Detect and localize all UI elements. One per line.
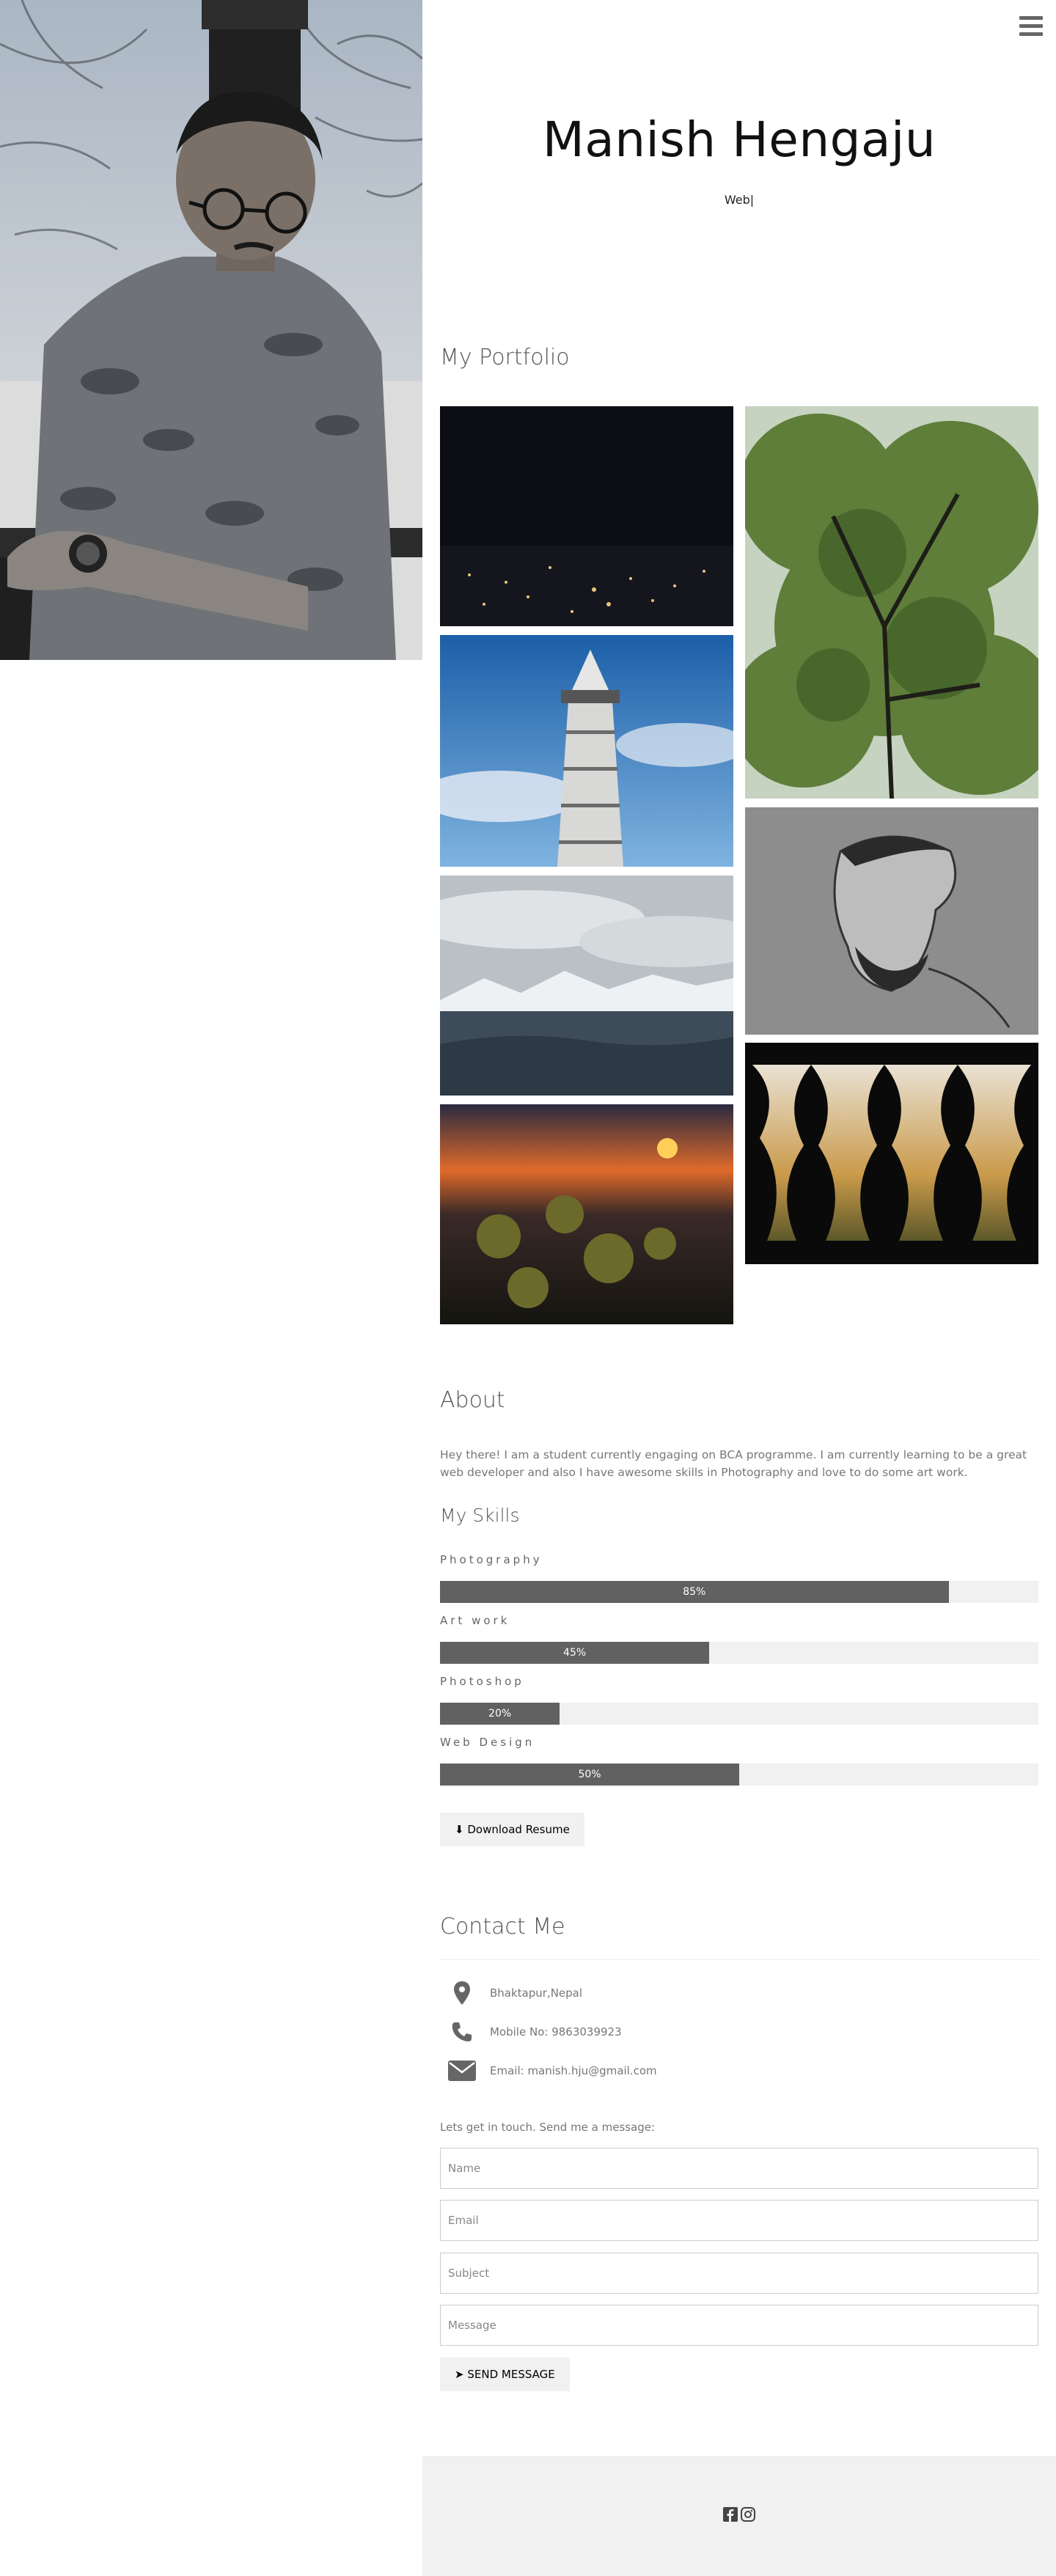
skill-label: Art work (440, 1614, 510, 1627)
main-content: Manish Hengaju Web| My Portfolio About H… (422, 0, 1056, 2391)
phone-icon (440, 2021, 484, 2043)
skill-label: Web Design (440, 1736, 535, 1749)
skill-bar: 45% (440, 1642, 1038, 1664)
send-message-button[interactable]: ➤ SEND MESSAGE (440, 2357, 570, 2391)
divider (440, 1959, 1038, 1960)
tagline: Web| (724, 193, 755, 207)
page-title: Manish Hengaju (542, 111, 936, 168)
photo-mountains[interactable] (440, 876, 733, 1096)
download-icon: ⬇ (455, 1823, 464, 1836)
skill-bar-fill: 20% (440, 1703, 560, 1725)
about-title: About (440, 1387, 505, 1413)
email-text: Email: manish.hju@gmail.com (490, 2064, 657, 2077)
profile-photo (0, 0, 422, 660)
skill-bar: 20% (440, 1703, 1038, 1725)
facebook-icon[interactable] (723, 2507, 738, 2525)
contact-address: Bhaktapur,Nepal (440, 1978, 582, 2008)
download-resume-button[interactable]: ⬇ Download Resume (440, 1813, 584, 1846)
photo-tower[interactable] (440, 635, 733, 867)
portfolio-title: My Portfolio (440, 345, 570, 370)
skill-label: Photography (440, 1553, 543, 1566)
subject-field[interactable] (440, 2253, 1038, 2294)
send-message-label: SEND MESSAGE (467, 2368, 555, 2381)
skill-bar-fill: 45% (440, 1642, 710, 1664)
skill-label: Photoshop (440, 1675, 524, 1688)
email-field[interactable] (440, 2200, 1038, 2241)
phone-text: Mobile No: 9863039923 (490, 2025, 622, 2039)
message-field[interactable] (440, 2305, 1038, 2346)
portfolio-gallery (440, 406, 1038, 1324)
contact-phone: Mobile No: 9863039923 (440, 2017, 622, 2047)
contact-email: Email: manish.hju@gmail.com (440, 2056, 657, 2085)
name-field[interactable] (440, 2148, 1038, 2189)
skill-photography: Photography 85% (440, 1553, 1038, 1603)
footer (422, 2456, 1056, 2576)
skill-bar: 85% (440, 1581, 1038, 1603)
skill-bar: 50% (440, 1764, 1038, 1786)
about-text: Hey there! I am a student currently enga… (440, 1448, 1027, 1479)
photo-balusters[interactable] (745, 1043, 1038, 1264)
envelope-icon (440, 2061, 484, 2081)
page-header: Manish Hengaju Web| (422, 0, 1056, 315)
photo-city-lights[interactable] (440, 406, 733, 626)
photo-tree[interactable] (745, 406, 1038, 799)
skill-photoshop: Photoshop 20% (440, 1675, 1038, 1725)
contact-title: Contact Me (440, 1914, 565, 1940)
skills-title: My Skills (440, 1505, 520, 1526)
map-marker-icon (440, 1981, 484, 2005)
photo-sunset-flowers[interactable] (440, 1104, 733, 1324)
skill-web-design: Web Design 50% (440, 1736, 1038, 1786)
address-text: Bhaktapur,Nepal (490, 1986, 583, 2000)
skill-bar-fill: 50% (440, 1764, 739, 1786)
instagram-icon[interactable] (741, 2507, 755, 2525)
skill-art-work: Art work 45% (440, 1614, 1038, 1664)
photo-sketch[interactable] (745, 807, 1038, 1035)
skill-bar-fill: 85% (440, 1581, 949, 1603)
contact-intro-text: Lets get in touch. Send me a message: (440, 2121, 656, 2134)
paper-plane-icon: ➤ (455, 2368, 464, 2381)
download-resume-label: Download Resume (467, 1823, 570, 1836)
